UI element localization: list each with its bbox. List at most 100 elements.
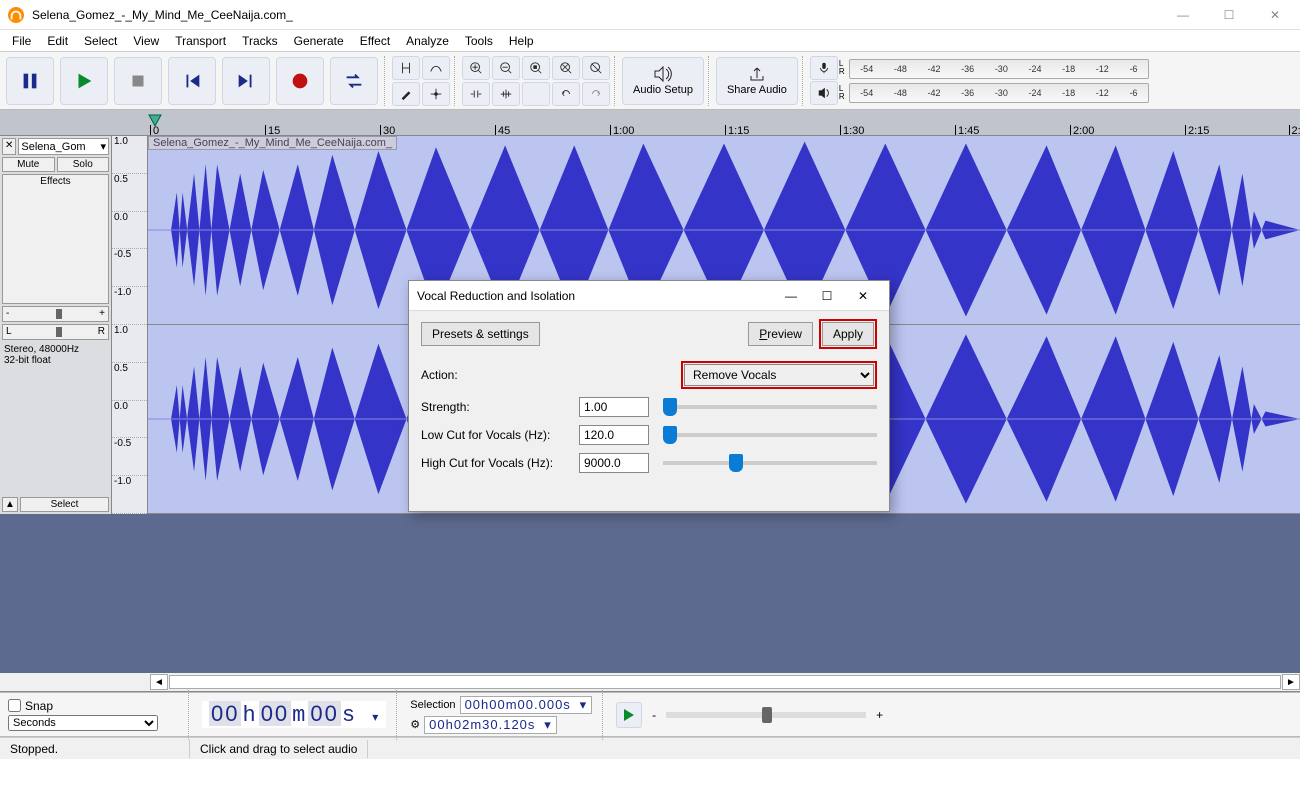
recording-meter[interactable]: -54-48-42-36-30-24-18-12-6 (849, 59, 1149, 79)
window-close-button[interactable]: ✕ (1252, 1, 1298, 29)
zoom-out-button[interactable] (492, 56, 520, 80)
presets-settings-button[interactable]: Presets & settings (421, 322, 540, 346)
dialog-close-button[interactable]: ✕ (845, 289, 881, 303)
toolbar-row: Audio Setup Share Audio LR LR -54-48-42-… (0, 52, 1300, 110)
timeline-ruler[interactable]: 0 15 30 45 1:00 1:15 1:30 1:45 2:00 2:15… (0, 110, 1300, 136)
status-state: Stopped. (0, 740, 190, 758)
stop-button[interactable] (114, 57, 162, 105)
spk-lr-label: LR (839, 85, 847, 101)
playback-speed-slider[interactable] (666, 712, 866, 718)
menu-edit[interactable]: Edit (39, 32, 76, 50)
strength-label: Strength: (421, 400, 571, 414)
menu-generate[interactable]: Generate (286, 32, 352, 50)
horizontal-scrollbar[interactable]: ◄ ► (0, 673, 1300, 691)
menu-transport[interactable]: Transport (167, 32, 234, 50)
play-button[interactable] (60, 57, 108, 105)
undo-button[interactable] (552, 82, 580, 106)
gear-icon[interactable]: ⚙ (410, 718, 420, 731)
audio-setup-button[interactable]: Audio Setup (622, 57, 704, 105)
zoom-tools (462, 56, 610, 106)
lowcut-slider[interactable] (663, 433, 877, 437)
dialog-maximize-button[interactable]: ☐ (809, 289, 845, 303)
fit-project-button[interactable] (552, 56, 580, 80)
menu-tracks[interactable]: Tracks (234, 32, 286, 50)
selection-tool[interactable] (392, 56, 420, 80)
strength-slider[interactable] (663, 405, 877, 409)
play-at-speed-group: - + (616, 702, 883, 728)
hscroll-left-arrow[interactable]: ◄ (150, 674, 168, 690)
menu-view[interactable]: View (125, 32, 167, 50)
track-close-button[interactable]: ✕ (2, 138, 16, 155)
loop-button[interactable] (330, 57, 378, 105)
clip-label[interactable]: Selena_Gomez_-_My_Mind_Me_CeeNaija.com_ (148, 136, 397, 150)
snap-checkbox[interactable]: Snap (8, 699, 178, 713)
redo-button[interactable] (582, 82, 610, 106)
track-gain-slider[interactable]: -+ (2, 306, 109, 322)
envelope-tool[interactable] (422, 56, 450, 80)
app-icon (8, 7, 24, 23)
action-select[interactable]: Remove Vocals (684, 364, 874, 386)
snap-unit-select[interactable]: Seconds (8, 715, 158, 731)
track-select-button[interactable]: Select (20, 497, 109, 512)
window-minimize-button[interactable]: — (1160, 1, 1206, 29)
hscroll-right-arrow[interactable]: ► (1282, 674, 1300, 690)
selection-end[interactable]: 00h02m30.120s ▾ (424, 716, 557, 734)
menu-file[interactable]: File (4, 32, 39, 50)
play-at-speed-button[interactable] (616, 702, 642, 728)
skip-start-button[interactable] (168, 57, 216, 105)
bottom-toolbar: Snap Seconds 00h00m00s ▾ Selection 00h00… (0, 692, 1300, 737)
silence-button[interactable] (492, 82, 520, 106)
highcut-slider[interactable] (663, 461, 877, 465)
time-display[interactable]: 00h00m00s ▾ (202, 701, 386, 728)
track-pan-slider[interactable]: LR (2, 324, 109, 340)
zoom-in-button[interactable] (462, 56, 490, 80)
status-hint: Click and drag to select audio (190, 740, 368, 758)
vocal-reduction-dialog: Vocal Reduction and Isolation — ☐ ✕ Pres… (408, 280, 890, 512)
speed-plus-label: + (876, 708, 883, 722)
strength-input[interactable] (579, 397, 649, 417)
zoom-toggle-button[interactable] (582, 56, 610, 80)
menu-tools[interactable]: Tools (457, 32, 501, 50)
placeholder-tool[interactable] (522, 82, 550, 106)
apply-button[interactable]: Apply (822, 322, 874, 346)
menu-select[interactable]: Select (76, 32, 125, 50)
share-audio-button[interactable]: Share Audio (716, 57, 798, 105)
window-titlebar: Selena_Gomez_-_My_Mind_Me_CeeNaija.com_ … (0, 0, 1300, 30)
snap-group: Snap Seconds (8, 699, 178, 731)
skip-end-button[interactable] (222, 57, 270, 105)
record-button[interactable] (276, 57, 324, 105)
draw-tool[interactable] (392, 82, 420, 106)
mic-icon[interactable] (810, 56, 838, 80)
window-title: Selena_Gomez_-_My_Mind_Me_CeeNaija.com_ (32, 8, 1160, 22)
track-mute-button[interactable]: Mute (2, 157, 55, 172)
track-collapse-button[interactable]: ▲ (2, 497, 18, 512)
track-control-panel: ✕ Selena_Gom▾ Mute Solo Effects -+ LR St… (0, 136, 112, 514)
dialog-minimize-button[interactable]: — (773, 289, 809, 303)
track-vertical-scale: 1.00.50.0-0.5-1.0 1.00.50.0-0.5-1.0 (112, 136, 148, 514)
speaker-icon[interactable] (810, 81, 838, 105)
lowcut-input[interactable] (579, 425, 649, 445)
playback-meter[interactable]: -54-48-42-36-30-24-18-12-6 (849, 83, 1149, 103)
menu-effect[interactable]: Effect (352, 32, 398, 50)
track-effects-button[interactable]: Effects (2, 174, 109, 304)
window-maximize-button[interactable]: ☐ (1206, 1, 1252, 29)
trim-button[interactable] (462, 82, 490, 106)
multi-tool[interactable] (422, 82, 450, 106)
preview-button[interactable]: Preview (748, 322, 813, 346)
highcut-label: High Cut for Vocals (Hz): (421, 456, 571, 470)
highcut-input[interactable] (579, 453, 649, 473)
track-name-dropdown[interactable]: Selena_Gom▾ (18, 138, 109, 155)
track-solo-button[interactable]: Solo (57, 157, 110, 172)
lowcut-label: Low Cut for Vocals (Hz): (421, 428, 571, 442)
selection-start[interactable]: 00h00m00.000s ▾ (460, 696, 593, 714)
menu-analyze[interactable]: Analyze (398, 32, 457, 50)
dialog-title: Vocal Reduction and Isolation (417, 289, 773, 303)
menu-help[interactable]: Help (501, 32, 542, 50)
menu-bar: File Edit Select View Transport Tracks G… (0, 30, 1300, 52)
status-bar: Stopped. Click and drag to select audio (0, 737, 1300, 759)
pause-button[interactable] (6, 57, 54, 105)
audio-setup-label: Audio Setup (633, 84, 693, 96)
track-format-label: Stereo, 48000Hz32-bit float (2, 342, 109, 368)
fit-selection-button[interactable] (522, 56, 550, 80)
meter-io-icons: LR LR (810, 56, 847, 105)
